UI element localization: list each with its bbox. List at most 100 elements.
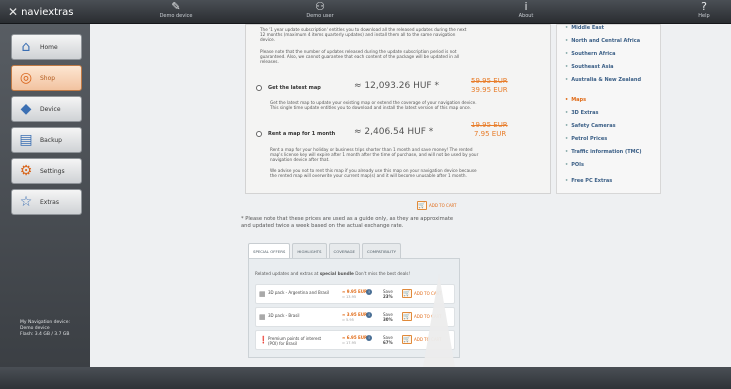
demo-device-label: Demo device: [159, 13, 193, 19]
price-note: * Please note that these prices are used…: [241, 216, 454, 229]
product-tabs: SPECIAL OFFERS HIGHLIGHTS COVERAGE COMPA…: [248, 243, 401, 258]
category-item-3d-extras[interactable]: 3D Extras: [565, 110, 598, 116]
sidebar-item-label: Extras: [40, 198, 59, 206]
category-item-pois[interactable]: POIs: [565, 162, 584, 168]
special-offers-intro: Related updates and extras at special bu…: [255, 271, 410, 276]
about-button[interactable]: i About: [496, 0, 556, 20]
category-item-maps[interactable]: Maps: [565, 97, 586, 103]
deal-save: Save 23%: [383, 289, 393, 299]
logo-icon: ✕: [8, 5, 19, 19]
rent-map-new-price: 7.95 EUR: [474, 130, 507, 138]
home-icon: ⌂: [21, 39, 31, 55]
tab-compatibility[interactable]: COMPATIBILITY: [361, 243, 401, 258]
deal-price: ≈ 3.95 EUR: [342, 312, 368, 317]
wrench-icon: ✎: [171, 0, 181, 13]
deal-price: ≈ 6.95 EUR: [342, 335, 368, 340]
cart-icon: 🛒: [402, 312, 412, 321]
rent-map-option[interactable]: Rent a map for 1 month: [256, 131, 335, 137]
sidebar-item-backup[interactable]: ▤ Backup: [11, 127, 82, 153]
intro-bold: special bundle: [319, 271, 354, 276]
sidebar-item-label: Backup: [40, 136, 62, 144]
package-icon: ▦: [259, 290, 266, 298]
latest-map-old-price: 59.95 EUR: [471, 77, 508, 85]
info-icon: i: [524, 0, 528, 13]
sidebar-item-device[interactable]: ◆ Device: [11, 96, 82, 122]
subscription-text: The '1 year update subscription' entitle…: [260, 27, 467, 43]
rent-map-price-huf: ≈ 2,406.54 HUF *: [354, 127, 434, 137]
add-to-cart-button[interactable]: 🛒 ADD TO CART: [417, 201, 457, 210]
help-button[interactable]: ? Help: [674, 1, 731, 20]
deal-price: ≈ 9.95 EUR: [342, 289, 368, 294]
save-value: 30%: [383, 317, 393, 322]
sidebar-item-extras[interactable]: ☆ Extras: [11, 189, 82, 215]
demo-user-label: Demo user: [306, 13, 334, 19]
tab-highlights[interactable]: HIGHLIGHTS: [292, 243, 327, 258]
deal-old-price: ≈ 5.95: [342, 318, 354, 322]
category-item-petrol-prices[interactable]: Petrol Prices: [565, 136, 607, 142]
rent-map-old-price: 19.95 EUR: [471, 121, 508, 129]
deal-save: Save 67%: [383, 335, 393, 345]
bottom-bar: [0, 367, 731, 389]
cart-icon: 🛒: [417, 201, 427, 210]
cart-icon: 🛒: [402, 289, 412, 298]
latest-map-price-huf: ≈ 12,093.26 HUF *: [354, 81, 439, 91]
logo-text: naviextras: [21, 6, 74, 18]
category-item-safety-cameras[interactable]: Safety Cameras: [565, 123, 615, 129]
sidebar-item-shop[interactable]: ◎ Shop: [11, 65, 82, 91]
shop-icon: ◎: [19, 70, 33, 86]
backup-icon: ▤: [19, 132, 33, 148]
device-info-flash: Flash: 3.4 GB / 3.7 GB: [20, 332, 70, 337]
rent-map-desc: Rent a map for your holiday or business …: [270, 147, 479, 163]
category-item-north-central-africa[interactable]: North and Central Africa: [565, 38, 640, 44]
demo-user-button[interactable]: ⚇ Demo user: [290, 0, 350, 20]
deal-save: Save 30%: [383, 312, 393, 322]
sidebar: ⌂ Home ◎ Shop ◆ Device ▤ Backup ⚙ Settin…: [0, 24, 90, 367]
info-icon[interactable]: i: [366, 289, 372, 295]
add-to-cart-label: ADD TO CART: [429, 203, 457, 208]
tab-special-offers[interactable]: SPECIAL OFFERS: [248, 243, 291, 258]
category-item-australia-nz[interactable]: Australia & New Zealand: [565, 77, 641, 83]
sidebar-item-settings[interactable]: ⚙ Settings: [11, 158, 82, 184]
category-item-southern-africa[interactable]: Southern Africa: [565, 51, 615, 57]
info-icon[interactable]: i: [366, 312, 372, 318]
pointer-arrow-overlay: [419, 274, 459, 367]
subscription-note: Please note that the number of updates r…: [260, 49, 460, 65]
help-label: Help: [698, 13, 710, 19]
latest-map-option[interactable]: Get the latest map: [256, 85, 321, 91]
latest-map-label: Get the latest map: [268, 85, 321, 91]
deal-name: Premium points of interest (POI) for Bra…: [268, 336, 322, 346]
top-bar: ✕ naviextras ✎ Demo device ⚇ Demo user i…: [0, 0, 731, 24]
intro-suffix: Don't miss the best deals!: [355, 271, 411, 276]
latest-map-radio[interactable]: [256, 85, 262, 91]
save-value: 23%: [383, 294, 393, 299]
app-logo: ✕ naviextras: [8, 5, 74, 19]
deal-old-price: ≈ 17.95: [342, 341, 357, 345]
sidebar-item-label: Shop: [40, 74, 56, 82]
rent-map-label: Rent a map for 1 month: [268, 131, 336, 137]
demo-device-button[interactable]: ✎ Demo device: [146, 0, 206, 20]
sidebar-item-label: Home: [40, 43, 58, 51]
device-icon: ◆: [20, 101, 32, 117]
category-item-free-pc-extras[interactable]: Free PC Extras: [565, 178, 612, 184]
about-label: About: [518, 13, 534, 19]
package-icon: ▦: [259, 313, 266, 321]
offer-panel: The '1 year update subscription' entitle…: [245, 24, 551, 194]
poi-icon: ❗: [259, 336, 268, 344]
latest-map-new-price: 39.95 EUR: [471, 86, 508, 94]
device-info: My Navigation device: Demo device Flash:…: [20, 320, 70, 338]
sidebar-item-label: Device: [40, 105, 61, 113]
category-item-traffic-tmc[interactable]: Traffic information (TMC): [565, 149, 641, 155]
main-content: The '1 year update subscription' entitle…: [90, 24, 731, 367]
star-icon: ☆: [19, 194, 33, 210]
cart-icon: 🛒: [402, 335, 412, 344]
intro-prefix: Related updates and extras at: [255, 271, 319, 276]
sidebar-item-home[interactable]: ⌂ Home: [11, 34, 82, 60]
latest-map-desc: Get the latest map to update your existi…: [270, 100, 477, 111]
tab-coverage[interactable]: COVERAGE: [328, 243, 360, 258]
category-item-middle-east[interactable]: Middle East: [565, 25, 604, 31]
category-item-southeast-asia[interactable]: Southeast Asia: [565, 64, 613, 70]
rent-map-radio[interactable]: [256, 131, 262, 137]
info-icon[interactable]: i: [366, 335, 372, 341]
user-icon: ⚇: [315, 0, 325, 13]
settings-icon: ⚙: [19, 163, 33, 179]
